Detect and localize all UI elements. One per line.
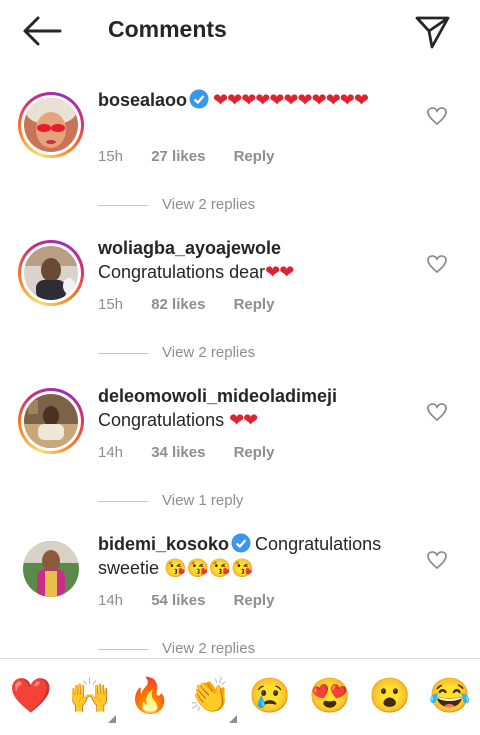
emoji-reaction-bar: ❤️ 🙌 🔥 👏 😢 😍 😮 😂 — [0, 658, 480, 735]
divider — [98, 500, 148, 502]
comment-text: deleomowoli_mideoladimeji Congratulations… — [98, 386, 338, 430]
view-replies[interactable]: View 2 replies — [98, 344, 255, 361]
heart-emojis: ❤❤❤❤❤❤❤❤❤❤❤ — [213, 90, 369, 110]
comment-item: deleomowoli_mideoladimeji Congratulations… — [0, 382, 480, 530]
send-icon[interactable] — [412, 12, 452, 52]
emoji-heart-eyes[interactable]: 😍 — [307, 673, 353, 719]
comment-text: bidemi_kosoko Congratulations sweetie 😘😘😘… — [98, 533, 382, 578]
comment-meta: 14h 54 likes Reply — [98, 592, 298, 609]
like-count[interactable]: 54 likes — [151, 592, 205, 609]
verified-badge-icon — [231, 533, 251, 553]
divider — [98, 352, 148, 354]
heart-outline-icon[interactable] — [426, 254, 448, 274]
heart-emojis: ❤❤ — [265, 262, 294, 282]
avatar[interactable] — [18, 388, 84, 454]
comment-text: woliagba_ayoajewole Congratulations dear❤… — [98, 238, 294, 282]
comment-meta: 14h 34 likes Reply — [98, 444, 298, 461]
avatar[interactable] — [18, 240, 84, 306]
view-replies[interactable]: View 2 replies — [98, 640, 255, 657]
comment-time: 15h — [98, 296, 124, 313]
comment-time: 15h — [98, 148, 124, 165]
like-count[interactable]: 34 likes — [151, 444, 205, 461]
emoji-surprised-face[interactable]: 😮 — [367, 673, 413, 719]
reply-button[interactable]: Reply — [234, 296, 275, 313]
view-replies[interactable]: View 1 reply — [98, 492, 243, 509]
emoji-clapping-hands[interactable]: 👏 — [187, 673, 233, 719]
heart-outline-icon[interactable] — [426, 106, 448, 126]
comment-item: woliagba_ayoajewole Congratulations dear❤… — [0, 234, 480, 382]
divider — [98, 204, 148, 206]
page-title: Comments — [108, 16, 227, 42]
back-arrow-icon[interactable] — [20, 14, 64, 48]
comment-time: 14h — [98, 444, 124, 461]
comment-meta: 15h 27 likes Reply — [98, 148, 298, 165]
comment-text: bosealaoo ❤❤❤❤❤❤❤❤❤❤❤ — [98, 88, 418, 112]
skin-tone-indicator-icon — [229, 715, 237, 723]
comment-item: bosealaoo ❤❤❤❤❤❤❤❤❤❤❤ 15h 27 likes Reply … — [0, 86, 480, 234]
like-count[interactable]: 27 likes — [151, 148, 205, 165]
comment-username[interactable]: deleomowoli_mideoladimeji — [98, 386, 337, 406]
reply-button[interactable]: Reply — [234, 592, 275, 609]
comment-username[interactable]: bidemi_kosoko — [98, 534, 229, 554]
comment-item: bidemi_kosoko Congratulations sweetie 😘😘😘… — [0, 530, 480, 678]
header: Comments — [0, 0, 480, 62]
emoji-heart[interactable]: ❤️ — [8, 673, 54, 719]
emoji-crying-face[interactable]: 😢 — [247, 673, 293, 719]
avatar[interactable] — [18, 536, 84, 602]
emoji-fire[interactable]: 🔥 — [127, 673, 173, 719]
comment-username[interactable]: bosealaoo — [98, 90, 187, 110]
skin-tone-indicator-icon — [108, 715, 116, 723]
reply-button[interactable]: Reply — [234, 148, 275, 165]
reply-button[interactable]: Reply — [234, 444, 275, 461]
emoji-raised-hands[interactable]: 🙌 — [67, 673, 113, 719]
like-count[interactable]: 82 likes — [151, 296, 205, 313]
verified-badge-icon — [189, 89, 209, 109]
divider — [98, 648, 148, 650]
comment-time: 14h — [98, 592, 124, 609]
avatar[interactable] — [18, 92, 84, 158]
comment-username[interactable]: woliagba_ayoajewole — [98, 238, 281, 258]
comment-meta: 15h 82 likes Reply — [98, 296, 298, 313]
heart-emojis: ❤❤ — [229, 410, 258, 430]
heart-outline-icon[interactable] — [426, 402, 448, 422]
emoji-tears-of-joy[interactable]: 😂 — [427, 673, 473, 719]
view-replies[interactable]: View 2 replies — [98, 196, 255, 213]
heart-outline-icon[interactable] — [426, 550, 448, 570]
